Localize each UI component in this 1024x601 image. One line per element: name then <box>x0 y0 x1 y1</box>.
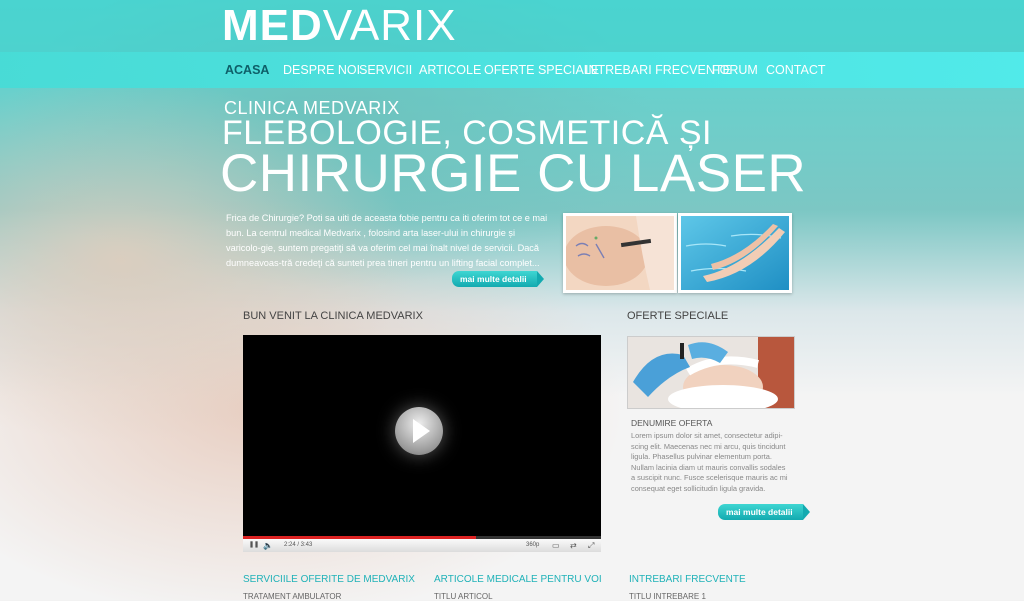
offer-image[interactable] <box>627 336 795 409</box>
hero-thumb-surgery[interactable] <box>563 213 677 293</box>
logo-bold: MED <box>222 1 323 50</box>
footer-services-title[interactable]: SERVICIILE OFERITE DE MEDVARIX <box>243 574 415 585</box>
video-quality[interactable]: 360p <box>526 539 539 552</box>
offer-name: DENUMIRE OFERTA <box>631 418 713 428</box>
nav-intrebari-frecvente[interactable]: INTREBARI FRECVENTE <box>585 52 731 88</box>
offers-title: OFERTE SPECIALE <box>627 310 729 322</box>
nav-oferte-speciale[interactable]: OFERTE SPECIALE <box>484 52 599 88</box>
main-nav: ACASA DESPRE NOI SERVICII ARTICOLE OFERT… <box>0 52 1024 88</box>
footer-faq-title[interactable]: INTREBARI FRECVENTE <box>629 574 746 585</box>
legs-pool-image <box>681 216 789 290</box>
hero-title-line2: CHIRURGIE CU LASER <box>220 144 807 203</box>
offer-description: Lorem ipsum dolor sit amet, consectetur … <box>631 431 788 493</box>
video-player[interactable]: ❚❚ 🔈 2:24 / 3:43 360p ▭ ⇄ ⤢ <box>243 335 601 552</box>
resize-icon[interactable]: ⇄ <box>570 539 577 552</box>
pause-icon[interactable]: ❚❚ <box>249 539 259 552</box>
video-time: 2:24 / 3:43 <box>284 542 313 548</box>
surgery-image <box>566 216 674 290</box>
play-icon[interactable] <box>395 407 443 455</box>
nav-despre-noi[interactable]: DESPRE NOI <box>283 52 360 88</box>
offer-more-button[interactable]: mai multe detalii <box>718 504 810 520</box>
site-logo[interactable]: MEDVARIX <box>222 2 457 50</box>
hero-more-button[interactable]: mai multe detalii <box>452 271 544 287</box>
nav-acasa[interactable]: ACASA <box>225 52 269 88</box>
fullscreen-icon[interactable]: ⤢ <box>588 539 594 552</box>
welcome-title: BUN VENIT LA CLINICA MEDVARIX <box>243 310 423 322</box>
footer-articles-title[interactable]: ARTICOLE MEDICALE PENTRU VOI <box>434 574 602 585</box>
logo-light: VARIX <box>322 1 457 50</box>
hero-thumb-legs[interactable] <box>678 213 792 293</box>
video-controls: ❚❚ 🔈 2:24 / 3:43 360p ▭ ⇄ ⤢ <box>243 539 601 552</box>
header-band <box>0 0 1024 52</box>
volume-icon[interactable]: 🔈 <box>263 539 273 552</box>
nav-contact[interactable]: CONTACT <box>766 52 826 88</box>
facial-treatment-image <box>628 337 794 408</box>
popout-icon[interactable]: ▭ <box>552 539 560 552</box>
nav-forum[interactable]: FORUM <box>712 52 758 88</box>
nav-articole[interactable]: ARTICOLE <box>419 52 481 88</box>
hero-intro-text: Frica de Chirurgie? Poti sa uiti de acea… <box>226 213 548 268</box>
nav-servicii[interactable]: SERVICII <box>359 52 412 88</box>
